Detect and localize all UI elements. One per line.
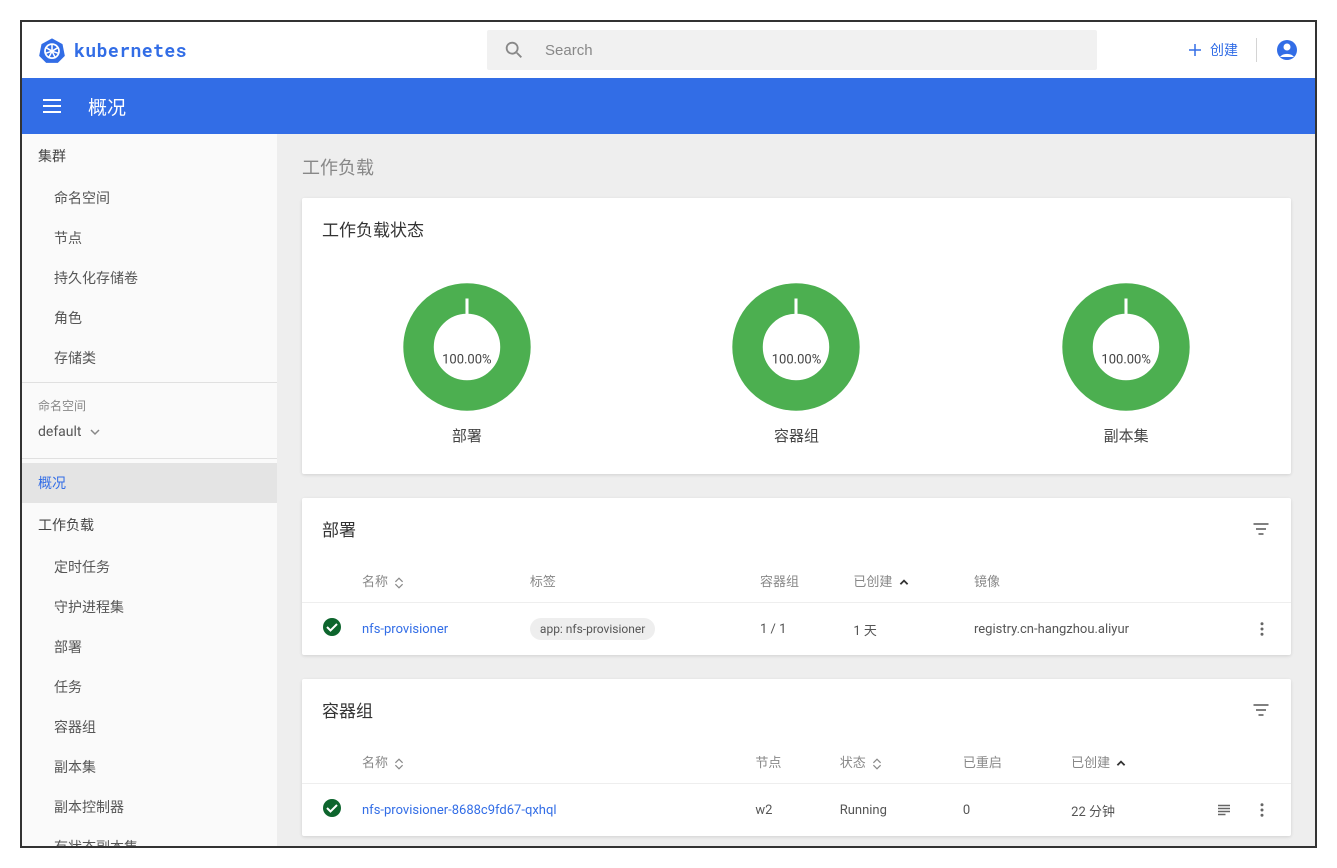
page-breadcrumb: 概况 bbox=[88, 93, 126, 120]
sidebar-item-replicasets[interactable]: 副本集 bbox=[22, 747, 277, 787]
sidebar-item-pods[interactable]: 容器组 bbox=[22, 707, 277, 747]
cell-image: registry.cn-hangzhou.aliyur bbox=[964, 603, 1241, 656]
sidebar-section-cluster[interactable]: 集群 bbox=[22, 134, 277, 178]
sort-up-icon bbox=[898, 577, 910, 589]
sidebar-item-storageclass[interactable]: 存储类 bbox=[22, 338, 277, 378]
cell-restarts: 0 bbox=[953, 784, 1061, 837]
status-card-title: 工作负载状态 bbox=[322, 216, 424, 241]
donut-replicasets: 100.00% 副本集 bbox=[1062, 283, 1190, 446]
cell-created: 22 分钟 bbox=[1061, 784, 1201, 837]
donut-caption: 容器组 bbox=[774, 425, 819, 446]
filter-icon[interactable] bbox=[1251, 519, 1271, 539]
donut-percent: 100.00% bbox=[772, 352, 821, 367]
search-icon bbox=[503, 39, 525, 61]
page-title: 工作负载 bbox=[302, 134, 1291, 198]
search-input[interactable] bbox=[545, 42, 1081, 59]
pods-card: 容器组 名称 节点 状态 已重启 已创建 bbox=[302, 679, 1291, 836]
col-images: 镜像 bbox=[964, 559, 1241, 603]
sidebar-divider bbox=[22, 382, 277, 383]
donut-pods: 100.00% 容器组 bbox=[732, 283, 860, 446]
sidebar-item-deployments[interactable]: 部署 bbox=[22, 627, 277, 667]
account-icon[interactable] bbox=[1275, 38, 1299, 62]
sidebar-divider bbox=[22, 458, 277, 459]
col-created[interactable]: 已创建 bbox=[1061, 740, 1201, 784]
status-ok-icon bbox=[322, 798, 342, 818]
sidebar-item-pv[interactable]: 持久化存储卷 bbox=[22, 258, 277, 298]
sidebar-item-statefulsets[interactable]: 有状态副本集 bbox=[22, 827, 277, 846]
cell-pods: 1 / 1 bbox=[750, 603, 843, 656]
kubernetes-logo-icon bbox=[38, 36, 66, 64]
namespace-selected: default bbox=[38, 424, 82, 440]
sidebar-item-jobs[interactable]: 任务 bbox=[22, 667, 277, 707]
namespace-label: 命名空间 bbox=[22, 387, 277, 418]
cell-node: w2 bbox=[745, 784, 829, 837]
label-chip: app: nfs-provisioner bbox=[530, 618, 655, 640]
deployments-card: 部署 名称 标签 容器组 已创建 镜像 bbox=[302, 498, 1291, 655]
donut-caption: 副本集 bbox=[1104, 425, 1149, 446]
sidebar-item-overview[interactable]: 概况 bbox=[22, 463, 277, 503]
filter-icon[interactable] bbox=[1251, 700, 1271, 720]
action-bar: 概况 bbox=[22, 78, 1315, 134]
create-button[interactable]: 创建 bbox=[1186, 40, 1238, 60]
divider bbox=[1256, 38, 1257, 62]
sidebar-item-roles[interactable]: 角色 bbox=[22, 298, 277, 338]
col-pods: 容器组 bbox=[750, 559, 843, 603]
col-created[interactable]: 已创建 bbox=[843, 559, 964, 603]
sort-icon bbox=[393, 758, 405, 770]
sort-icon bbox=[871, 758, 883, 770]
donut-percent: 100.00% bbox=[442, 352, 491, 367]
donut-percent: 100.00% bbox=[1101, 352, 1150, 367]
create-label: 创建 bbox=[1210, 40, 1238, 60]
sidebar-item-rc[interactable]: 副本控制器 bbox=[22, 787, 277, 827]
namespace-select[interactable]: default bbox=[22, 418, 277, 454]
more-icon[interactable] bbox=[1253, 801, 1271, 819]
table-row: nfs-provisioner-8688c9fd67-qxhql w2 Runn… bbox=[302, 784, 1291, 837]
search-box[interactable] bbox=[487, 30, 1097, 70]
pods-title: 容器组 bbox=[322, 697, 373, 722]
deployment-name-link[interactable]: nfs-provisioner bbox=[362, 622, 448, 637]
col-name[interactable]: 名称 bbox=[352, 740, 745, 784]
more-icon[interactable] bbox=[1253, 620, 1271, 638]
chevron-down-icon bbox=[90, 427, 100, 437]
sidebar-item-cronjobs[interactable]: 定时任务 bbox=[22, 547, 277, 587]
cell-created: 1 天 bbox=[843, 603, 964, 656]
donut-deployments: 100.00% 部署 bbox=[403, 283, 531, 446]
main-content: 工作负载 工作负载状态 100.00% 部署 100.00% 容器组 100.0… bbox=[278, 134, 1315, 846]
sort-up-icon bbox=[1115, 758, 1127, 770]
donut-caption: 部署 bbox=[452, 425, 482, 446]
col-status[interactable]: 状态 bbox=[830, 740, 953, 784]
sort-icon bbox=[393, 577, 405, 589]
sidebar-item-nodes[interactable]: 节点 bbox=[22, 218, 277, 258]
col-labels: 标签 bbox=[520, 559, 750, 603]
logo[interactable]: kubernetes bbox=[38, 36, 187, 64]
logs-icon[interactable] bbox=[1215, 801, 1233, 819]
deployments-table: 名称 标签 容器组 已创建 镜像 nfs-provisioner app: nf… bbox=[302, 559, 1291, 655]
pods-table: 名称 节点 状态 已重启 已创建 nfs-provisioner-8688c9f… bbox=[302, 740, 1291, 836]
topbar: kubernetes 创建 bbox=[22, 22, 1315, 78]
col-node: 节点 bbox=[745, 740, 829, 784]
table-row: nfs-provisioner app: nfs-provisioner 1 /… bbox=[302, 603, 1291, 656]
plus-icon bbox=[1186, 41, 1204, 59]
sidebar: 集群 命名空间 节点 持久化存储卷 角色 存储类 命名空间 default 概况… bbox=[22, 134, 278, 846]
deployments-title: 部署 bbox=[322, 516, 356, 541]
col-restarts: 已重启 bbox=[953, 740, 1061, 784]
brand-text: kubernetes bbox=[74, 38, 187, 62]
sidebar-item-daemonsets[interactable]: 守护进程集 bbox=[22, 587, 277, 627]
sidebar-section-workloads[interactable]: 工作负载 bbox=[22, 503, 277, 547]
col-name[interactable]: 名称 bbox=[352, 559, 520, 603]
status-card: 工作负载状态 100.00% 部署 100.00% 容器组 100.00% 副本… bbox=[302, 198, 1291, 474]
pod-name-link[interactable]: nfs-provisioner-8688c9fd67-qxhql bbox=[362, 803, 557, 818]
sidebar-item-namespaces[interactable]: 命名空间 bbox=[22, 178, 277, 218]
menu-icon[interactable] bbox=[40, 94, 64, 118]
cell-status: Running bbox=[830, 784, 953, 837]
status-ok-icon bbox=[322, 617, 342, 637]
